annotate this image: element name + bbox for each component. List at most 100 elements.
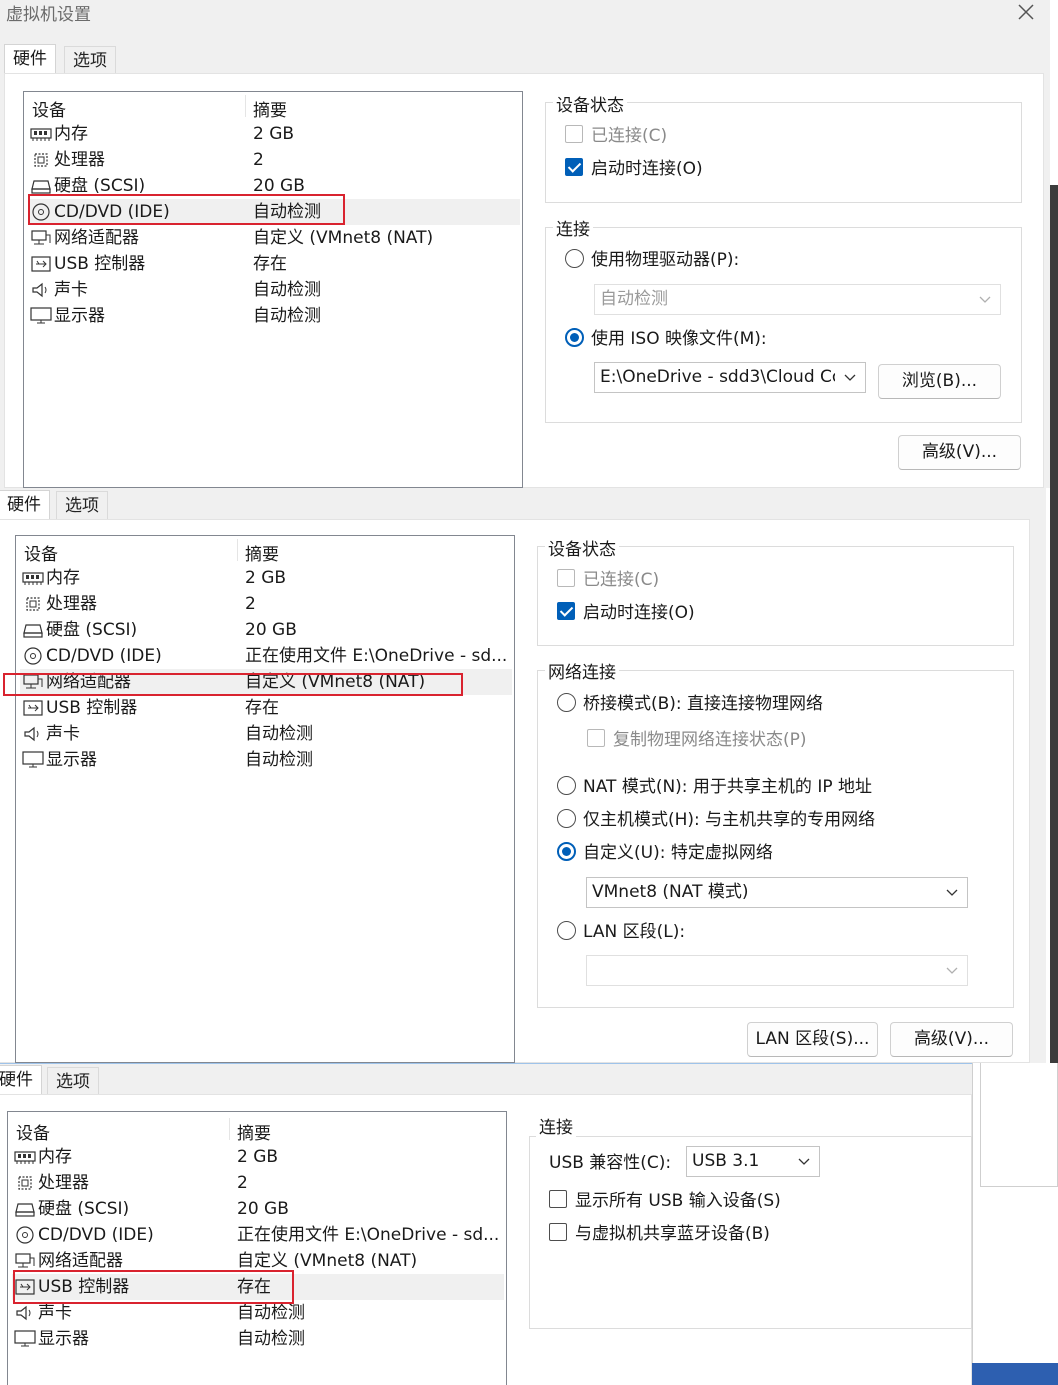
list-item[interactable]: 内存 2 GB <box>20 565 512 591</box>
usb-icon <box>22 699 44 717</box>
chevron-down-icon <box>843 370 857 384</box>
list-item[interactable]: 处理器 2 <box>28 147 520 173</box>
host-only-radio[interactable]: 仅主机模式(H): 与主机共享的专用网络 <box>557 808 875 832</box>
use-iso-label: 使用 ISO 映像文件(M): <box>591 329 767 349</box>
device-name: 显示器 <box>54 306 105 326</box>
radio-circle <box>557 920 576 940</box>
list-item[interactable]: 处理器 2 <box>12 1170 504 1196</box>
list-header-summary[interactable]: 摘要 <box>237 1119 271 1144</box>
device-summary: 2 GB <box>245 568 287 588</box>
display-icon <box>14 1330 36 1348</box>
nat-radio[interactable]: NAT 模式(N): 用于共享主机的 IP 地址 <box>557 775 872 799</box>
close-icon[interactable] <box>1016 2 1036 22</box>
header-divider <box>237 539 238 561</box>
physical-drive-select[interactable]: 自动检测 <box>594 284 1001 315</box>
usb-compatibility-value: USB 3.1 <box>692 1151 760 1171</box>
advanced-button[interactable]: 高级(V)... <box>898 435 1021 470</box>
device-name: 内存 <box>46 568 80 588</box>
connected-checkbox[interactable]: 已连接(C) <box>557 568 659 592</box>
browse-button[interactable]: 浏览(B)... <box>878 364 1001 399</box>
list-item[interactable]: 硬盘 (SCSI) 20 GB <box>20 617 512 643</box>
list-item[interactable]: 显示器 自动检测 <box>20 747 512 773</box>
checkbox-box <box>557 569 575 587</box>
device-name: 显示器 <box>46 750 97 770</box>
custom-network-select[interactable]: VMnet8 (NAT 模式) <box>586 877 968 908</box>
device-name: 处理器 <box>38 1173 89 1193</box>
connect-at-power-on-checkbox[interactable]: 启动时连接(O) <box>565 157 703 181</box>
show-all-usb-checkbox[interactable]: 显示所有 USB 输入设备(S) <box>549 1189 781 1213</box>
use-iso-radio[interactable]: 使用 ISO 映像文件(M): <box>565 327 767 351</box>
list-item[interactable]: CD/DVD (IDE) 正在使用文件 E:\OneDrive - sd... <box>12 1222 504 1248</box>
bridged-radio[interactable]: 桥接模式(B): 直接连接物理网络 <box>557 692 823 716</box>
header-divider <box>245 95 246 117</box>
network-adapter-icon <box>14 1252 36 1270</box>
device-summary: 2 <box>237 1173 248 1193</box>
list-header-summary[interactable]: 摘要 <box>245 540 279 565</box>
highlight-box <box>3 673 463 696</box>
use-physical-drive-radio[interactable]: 使用物理驱动器(P): <box>565 248 739 272</box>
list-item[interactable]: USB 控制器 存在 <box>28 251 520 277</box>
memory-icon <box>22 569 44 587</box>
list-item[interactable]: 内存 2 GB <box>12 1144 504 1170</box>
advanced-button[interactable]: 高级(V)... <box>890 1022 1013 1057</box>
hard-disk-icon <box>30 177 52 195</box>
chevron-down-icon <box>945 963 959 977</box>
settings-panel-cdrom: 虚拟机设置 硬件 选项 设备 摘要 内存 2 GB 处理器 2 硬盘 (SCSI… <box>0 0 1058 488</box>
list-item[interactable]: 显示器 自动检测 <box>12 1326 504 1352</box>
tab-hardware[interactable]: 硬件 <box>0 490 50 520</box>
nat-label: NAT 模式(N): 用于共享主机的 IP 地址 <box>583 777 872 797</box>
list-item[interactable]: 网络适配器 自定义 (VMnet8 (NAT) <box>28 225 520 251</box>
checkbox-box <box>587 729 605 747</box>
checkbox-box <box>549 1223 567 1241</box>
device-summary: 自动检测 <box>253 280 321 300</box>
connect-at-power-on-label: 启动时连接(O) <box>583 603 695 623</box>
display-icon <box>30 307 52 325</box>
device-name: 内存 <box>38 1147 72 1167</box>
connected-checkbox[interactable]: 已连接(C) <box>565 124 667 148</box>
device-name: 硬盘 (SCSI) <box>46 620 138 640</box>
list-item[interactable]: 硬盘 (SCSI) 20 GB <box>12 1196 504 1222</box>
lan-segment-radio[interactable]: LAN 区段(L): <box>557 920 685 944</box>
share-bluetooth-checkbox[interactable]: 与虚拟机共享蓝牙设备(B) <box>549 1222 770 1246</box>
list-item[interactable]: CD/DVD (IDE) 正在使用文件 E:\OneDrive - sd... <box>20 643 512 669</box>
list-item[interactable]: 显示器 自动检测 <box>28 303 520 329</box>
tab-hardware[interactable]: 硬件 <box>0 1065 42 1095</box>
replicate-state-checkbox[interactable]: 复制物理网络连接状态(P) <box>587 728 807 752</box>
usb-compatibility-select[interactable]: USB 3.1 <box>686 1146 820 1177</box>
tab-hardware[interactable]: 硬件 <box>4 44 56 74</box>
lan-segment-select[interactable] <box>586 955 968 986</box>
device-summary: 正在使用文件 E:\OneDrive - sd... <box>245 646 508 666</box>
replicate-state-label: 复制物理网络连接状态(P) <box>613 730 807 750</box>
list-item[interactable]: 声卡 自动检测 <box>20 721 512 747</box>
cpu-icon <box>22 595 44 613</box>
tab-options[interactable]: 选项 <box>56 491 108 519</box>
list-item[interactable]: 处理器 2 <box>20 591 512 617</box>
list-header-summary[interactable]: 摘要 <box>253 96 287 121</box>
tab-options[interactable]: 选项 <box>64 46 116 74</box>
list-item[interactable]: 内存 2 GB <box>28 121 520 147</box>
list-header-device[interactable]: 设备 <box>16 1119 50 1144</box>
radio-circle <box>557 692 576 712</box>
chevron-down-icon <box>945 885 959 899</box>
device-summary: 自动检测 <box>237 1329 305 1349</box>
usb-compatibility-label: USB 兼容性(C): <box>549 1153 672 1173</box>
list-header-device[interactable]: 设备 <box>32 96 66 121</box>
list-item[interactable]: USB 控制器 存在 <box>20 695 512 721</box>
iso-path-select[interactable]: E:\OneDrive - sdd3\Cloud Con <box>594 362 866 393</box>
device-name: 处理器 <box>54 150 105 170</box>
memory-icon <box>14 1148 36 1166</box>
chevron-down-icon <box>978 292 992 306</box>
device-summary: 20 GB <box>237 1199 289 1219</box>
list-header-device[interactable]: 设备 <box>24 540 58 565</box>
header-divider <box>229 1118 230 1140</box>
checkbox-box <box>549 1190 567 1208</box>
device-name: USB 控制器 <box>46 698 138 718</box>
device-summary: 存在 <box>253 254 287 274</box>
custom-radio[interactable]: 自定义(U): 特定虚拟网络 <box>557 841 773 865</box>
list-item[interactable]: 声卡 自动检测 <box>28 277 520 303</box>
connected-label: 已连接(C) <box>591 126 668 146</box>
tab-options[interactable]: 选项 <box>47 1067 99 1095</box>
lan-segments-button[interactable]: LAN 区段(S)... <box>747 1022 878 1057</box>
device-status-group <box>545 102 1022 203</box>
connect-at-power-on-checkbox[interactable]: 启动时连接(O) <box>557 601 695 625</box>
